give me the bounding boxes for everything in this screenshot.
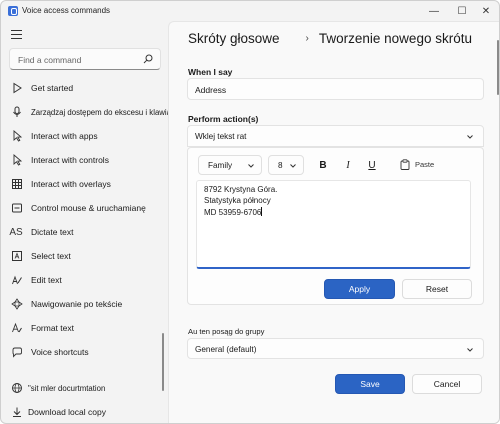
format-text-icon xyxy=(12,322,22,333)
sidebar-item-label: Edit text xyxy=(31,275,62,285)
group-dropdown[interactable]: General (default) xyxy=(187,338,484,359)
documentation-link: "sit mler docurtmtation xyxy=(28,383,106,393)
text-caret xyxy=(261,207,263,216)
sidebar-item-label: Nawigowanie po tekście xyxy=(31,299,123,309)
mouse-icon xyxy=(12,203,22,213)
cancel-button[interactable]: Cancel xyxy=(412,374,482,394)
sidebar-scrollbar[interactable] xyxy=(162,333,164,391)
breadcrumb-separator: › xyxy=(305,33,309,44)
voice-access-window: Voice access commands — ☐ ✕ Get started … xyxy=(0,0,500,424)
sidebar: Get started Zarządzaj dostępem do eksces… xyxy=(1,21,184,423)
sidebar-item-select-text[interactable]: Select text xyxy=(1,245,161,267)
sidebar-item-format-text[interactable]: Format text xyxy=(1,317,161,339)
sidebar-item-label: Format text xyxy=(31,323,74,333)
sidebar-item-label: Interact with overlays xyxy=(31,179,111,189)
sidebar-item-get-started[interactable]: Get started xyxy=(1,77,161,99)
sidebar-item-label: Voice shortcuts xyxy=(31,347,89,357)
globe-icon xyxy=(12,383,22,393)
cursor-icon xyxy=(13,154,23,166)
clipboard-icon xyxy=(400,159,410,170)
font-family-value: Family xyxy=(208,161,233,170)
underline-button[interactable]: U xyxy=(365,158,379,172)
main-scrollbar[interactable] xyxy=(497,40,499,95)
text-line: MD 53959-6706 xyxy=(204,208,262,217)
sidebar-item-label: Get started xyxy=(31,83,74,93)
app-icon xyxy=(8,6,18,16)
sidebar-item-label: Select text xyxy=(31,251,71,261)
group-dropdown-value: General (default) xyxy=(195,345,257,354)
text-line: 8792 Krystyna Góra. xyxy=(204,185,278,194)
sidebar-item-edit-text[interactable]: Edit text xyxy=(1,269,161,291)
microphone-icon xyxy=(13,106,21,117)
bold-button[interactable]: B xyxy=(316,158,330,172)
sidebar-item-label: Interact with controls xyxy=(31,155,109,165)
sidebar-item-access[interactable]: Zarządzaj dostępem do ekscesu i klawiatu… xyxy=(1,101,184,123)
cursor-icon xyxy=(13,130,23,142)
sidebar-item-interact-overlays[interactable]: Interact with overlays xyxy=(1,173,161,195)
when-i-say-label: When I say xyxy=(188,67,233,77)
voice-shortcut-icon xyxy=(12,347,22,358)
title-bar: Voice access commands — ☐ ✕ xyxy=(1,1,499,21)
search-input[interactable] xyxy=(18,53,138,66)
text-line-last: MD 53959-6706 xyxy=(204,207,263,217)
text-editor-card: Family 8 B I U Paste 8792 Krystyna Góra.… xyxy=(187,147,484,305)
chevron-down-icon xyxy=(467,135,473,139)
search-icon[interactable] xyxy=(143,54,153,64)
text-icon: AS xyxy=(9,226,23,238)
sidebar-item-voice-shortcuts[interactable]: Voice shortcuts xyxy=(1,341,161,363)
close-button[interactable]: ✕ xyxy=(471,2,499,20)
sidebar-item-label: Interact with apps xyxy=(31,131,98,141)
sidebar-item-interact-apps[interactable]: Interact with apps xyxy=(1,125,161,147)
group-label: Au ten posąg do grupy xyxy=(188,327,265,336)
font-size-select[interactable]: 8 xyxy=(268,155,304,175)
reset-button[interactable]: Reset xyxy=(402,279,472,299)
breadcrumb: Skróty głosowe › Tworzenie nowego skrótu xyxy=(188,31,472,46)
action-dropdown[interactable]: Wklej tekst rat xyxy=(187,125,484,147)
sidebar-footer-download[interactable]: Download local copy xyxy=(1,401,161,423)
sidebar-item-label: Control mouse & uruchamianę xyxy=(31,203,146,213)
chevron-down-icon xyxy=(290,164,296,168)
minimize-button[interactable]: — xyxy=(419,2,449,20)
paste-label: Paste xyxy=(415,160,435,169)
sidebar-item-label: Dictate text xyxy=(31,227,74,237)
breadcrumb-root[interactable]: Skróty głosowe xyxy=(188,31,280,46)
font-family-select[interactable]: Family xyxy=(198,155,262,175)
sidebar-item-control-mouse[interactable]: Control mouse & uruchamianę xyxy=(1,197,161,219)
navigate-icon xyxy=(11,298,23,310)
menu-icon[interactable] xyxy=(11,30,22,39)
chevron-down-icon xyxy=(467,348,473,352)
main-panel: Skróty głosowe › Tworzenie nowego skrótu… xyxy=(168,21,499,423)
edit-text-icon xyxy=(12,275,22,285)
chevron-down-icon xyxy=(248,164,254,168)
when-i-say-field[interactable] xyxy=(187,78,484,100)
action-dropdown-value: Wklej tekst rat xyxy=(195,132,247,141)
text-line: Statystyka północy xyxy=(204,196,271,205)
sidebar-item-dictate-text[interactable]: AS Dictate text xyxy=(1,221,161,243)
sidebar-item-navigate-text[interactable]: Nawigowanie po tekście xyxy=(1,293,161,315)
perform-action-label: Perform action(s) xyxy=(188,114,259,124)
save-button[interactable]: Save xyxy=(335,374,405,394)
paste-button[interactable]: Paste xyxy=(400,159,434,170)
italic-button[interactable]: I xyxy=(341,158,355,172)
apply-button[interactable]: Apply xyxy=(324,279,395,299)
window-title: Voice access commands xyxy=(22,6,111,15)
grid-icon xyxy=(12,179,22,189)
search-box[interactable] xyxy=(9,48,161,70)
download-icon xyxy=(13,407,21,417)
play-icon xyxy=(13,82,22,94)
download-link: Download local copy xyxy=(28,407,106,417)
sidebar-item-label: Zarządzaj dostępem do ekscesu i klawiatu… xyxy=(31,107,184,117)
select-text-icon xyxy=(12,251,22,261)
sidebar-footer-documentation[interactable]: "sit mler docurtmtation xyxy=(1,377,161,399)
sidebar-item-interact-controls[interactable]: Interact with controls xyxy=(1,149,161,171)
font-size-value: 8 xyxy=(278,161,283,170)
action-text-area[interactable]: 8792 Krystyna Góra. Statystyka północy M… xyxy=(196,180,471,269)
when-i-say-input[interactable] xyxy=(195,83,465,96)
page-title: Tworzenie nowego skrótu xyxy=(318,31,472,46)
